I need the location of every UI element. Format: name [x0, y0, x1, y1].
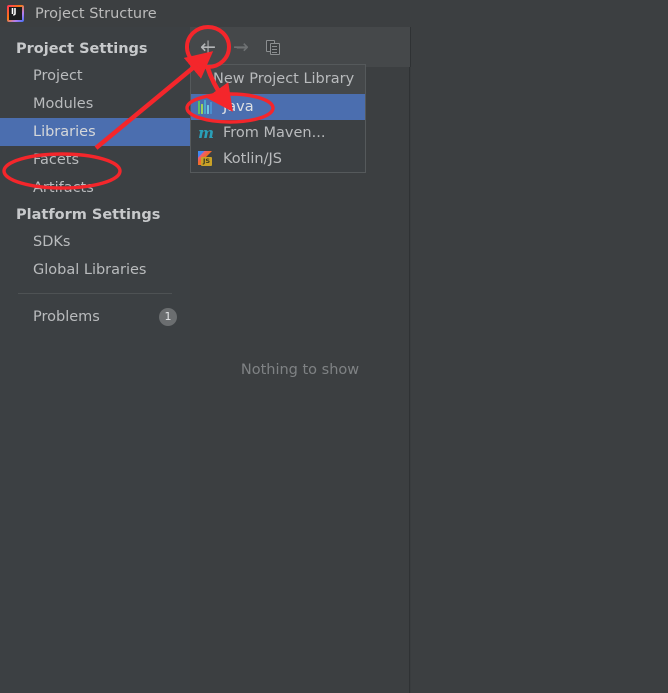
menu-item-kotlin-js-label: Kotlin/JS [223, 151, 282, 167]
sidebar-divider [18, 293, 172, 294]
title-bar: IJ Project Structure [0, 0, 668, 27]
copy-library-button[interactable] [260, 34, 286, 60]
sidebar-item-problems[interactable]: Problems 1 [0, 303, 190, 331]
toolbar-divider [410, 27, 411, 67]
sidebar-item-problems-label: Problems [33, 309, 100, 325]
minus-icon: – [235, 34, 247, 59]
project-structure-dialog: IJ Project Structure Project Settings Pr… [0, 0, 668, 693]
problems-count-badge: 1 [159, 308, 177, 326]
sidebar-item-sdks[interactable]: SDKs [0, 228, 190, 256]
logo-text: IJ [11, 7, 16, 16]
sidebar-item-modules[interactable]: Modules [0, 90, 190, 118]
kotlin-js-badge-text: JS [201, 157, 212, 166]
menu-item-from-maven[interactable]: m From Maven... [191, 120, 365, 146]
sidebar-item-artifacts[interactable]: Artifacts [0, 174, 190, 202]
menu-item-java-label: Java [223, 99, 254, 115]
sidebar-item-facets[interactable]: Facets [0, 146, 190, 174]
remove-library-button[interactable]: – [228, 34, 254, 60]
java-icon [197, 99, 215, 115]
menu-item-kotlin-js[interactable]: JS Kotlin/JS [191, 146, 365, 172]
copy-icon [265, 39, 281, 55]
library-details-panel [411, 27, 668, 693]
sidebar-item-global-libraries[interactable]: Global Libraries [0, 256, 190, 284]
intellij-idea-logo-icon: IJ [7, 5, 24, 22]
sidebar-item-libraries[interactable]: Libraries [0, 118, 190, 146]
plus-icon: + [199, 34, 217, 59]
sidebar-group-platform-settings: Platform Settings [16, 207, 161, 223]
menu-item-from-maven-label: From Maven... [223, 125, 326, 141]
sidebar-item-project[interactable]: Project [0, 62, 190, 90]
new-library-dropdown-menu: New Project Library Java m From Maven...… [190, 64, 366, 173]
libraries-toolbar: ← → [190, 27, 410, 67]
page-title: Project Structure [35, 5, 157, 22]
sidebar-group-project-settings: Project Settings [16, 41, 148, 57]
empty-state-text: Nothing to show [240, 362, 360, 378]
menu-item-java[interactable]: Java [191, 94, 365, 120]
kotlin-js-icon: JS [197, 151, 215, 167]
maven-icon: m [198, 124, 214, 142]
settings-sidebar: Project Settings Project Modules Librari… [0, 27, 190, 693]
add-library-button[interactable]: + [195, 34, 221, 60]
dropdown-header: New Project Library [191, 65, 365, 94]
